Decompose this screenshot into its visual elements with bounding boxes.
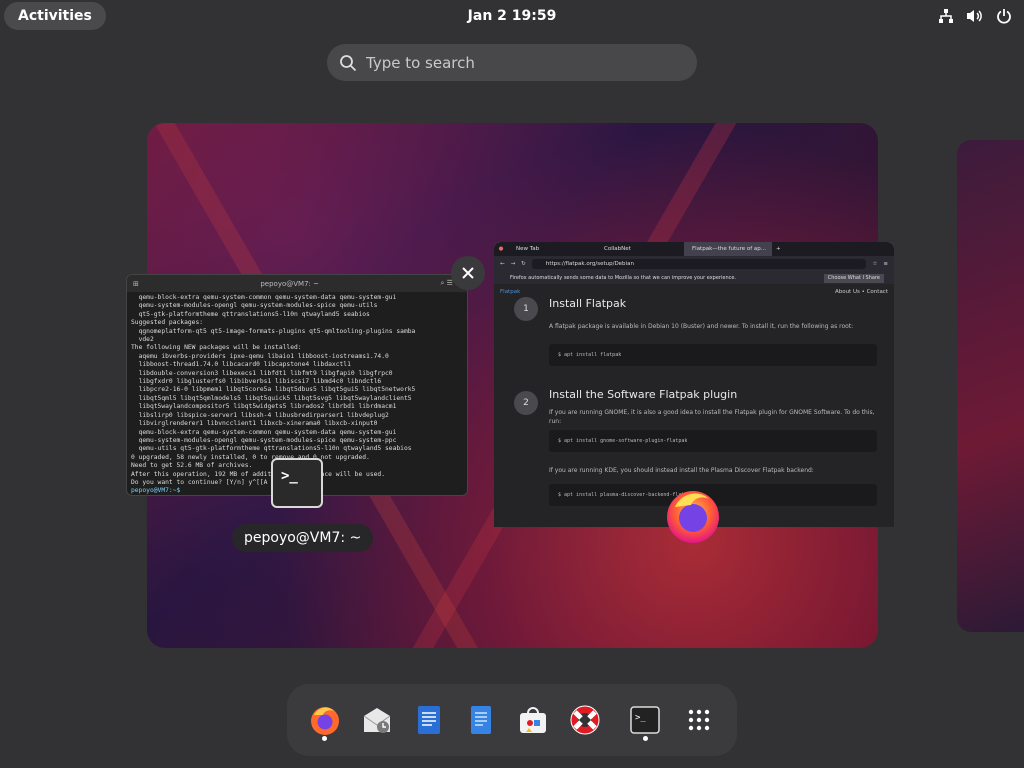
firefox-app-icon (667, 491, 719, 543)
terminal-line: qt5-gtk-platformtheme qttranslations5-l1… (131, 310, 370, 318)
back-icon[interactable]: ← (500, 261, 505, 267)
dash: >_ (287, 684, 737, 756)
evolution-icon[interactable] (359, 702, 395, 738)
choose-what-i-share-button[interactable]: Choose What I Share (823, 273, 884, 283)
terminal-line: libboost-thread1.74.0 libcacard0 libcaps… (131, 361, 351, 369)
app-grid-icon[interactable] (681, 702, 717, 738)
step-1-heading: Install Flatpak (549, 297, 627, 310)
tab-new-tab[interactable]: New Tab (508, 242, 596, 256)
terminal-line: Suggested packages: (131, 319, 204, 327)
step-2-heading: Install the Software Flatpak plugin (549, 388, 738, 401)
terminal-line: libgfxdr0 libglusterfs0 libibverbs1 libi… (131, 378, 382, 386)
svg-text:>_: >_ (635, 713, 646, 723)
forward-icon[interactable]: → (511, 261, 516, 267)
power-icon[interactable] (996, 8, 1012, 24)
bookmark-star-icon[interactable]: ☆ (872, 261, 877, 267)
window-close-button[interactable] (451, 256, 485, 290)
top-bar: Activities Jan 2 19:59 (0, 0, 1024, 32)
terminal-line: libdouble-conversion3 libexecs1 libfdt1 … (131, 369, 393, 377)
terminal-line: qemu-system-modules-opengl qemu-system-m… (131, 302, 378, 310)
next-workspace-thumbnail[interactable] (957, 140, 1024, 632)
terminal-line: qemu-block-extra qemu-system-common qemu… (131, 428, 397, 436)
step-2-text: If you are running GNOME, it is also a g… (549, 409, 875, 425)
step-1-text: A flatpak package is available in Debian… (549, 323, 854, 330)
terminal-running-indicator (643, 736, 648, 741)
menu-icon[interactable]: ≡ (883, 261, 888, 267)
tab-collabnet[interactable]: CollabNet (596, 242, 684, 256)
search-icon (340, 54, 357, 71)
terminal-titlebar[interactable]: ⊞ pepoyo@VM7: ~ ⌕ ☰ ✕ (127, 275, 467, 292)
firefox-tab-bar: ● New Tab CollabNet Flatpak—the future o… (494, 242, 894, 256)
new-tab-icon[interactable]: + (776, 246, 781, 252)
tab-flatpak[interactable]: Flatpak—the future of ap... (684, 242, 772, 256)
reload-icon[interactable]: ↻ (521, 261, 526, 267)
text-editor-icon[interactable] (463, 702, 499, 738)
terminal-line: libqt5waylandcompositor5 libqt5widgets5 … (131, 403, 397, 411)
terminal-line: libqt5qml5 libqt5qmlmodels5 libqt5quick5… (131, 394, 412, 402)
terminal-icon[interactable]: >_ (627, 702, 663, 738)
activities-button[interactable]: Activities (4, 2, 106, 30)
network-icon[interactable] (938, 8, 954, 24)
step-number-1: 1 (514, 297, 538, 321)
terminal-window-label: pepoyo@VM7: ~ (232, 524, 374, 552)
step-2-code[interactable]: $ apt install gnome-software-plugin-flat… (549, 430, 877, 452)
firefox-running-indicator (322, 736, 327, 741)
data-notice-bar: Firefox automatically sends some data to… (494, 272, 894, 284)
clock: Jan 2 19:59 (0, 0, 1024, 32)
terminal-app-icon: >_ (271, 458, 323, 508)
volume-icon[interactable] (966, 8, 984, 24)
step-1-code[interactable]: $ apt install flatpak (549, 344, 877, 366)
terminal-line: qemu-block-extra qemu-system-common qemu… (131, 294, 397, 301)
site-nav-links[interactable]: About Us • Contact (835, 284, 888, 300)
terminal-line: libpcre2-16-0 libpmem1 libqt5core5a libq… (131, 386, 416, 394)
step-2-kde-text: If you are running KDE, you should inste… (549, 467, 814, 474)
writer-icon[interactable] (411, 702, 447, 738)
help-icon[interactable] (567, 702, 603, 738)
terminal-line: libvirglrenderer1 libvncclient1 libxcb-x… (131, 420, 378, 428)
firefox-icon[interactable] (307, 702, 343, 738)
terminal-line: qgnomeplatform-qt5 qt5-image-formats-plu… (131, 327, 416, 335)
data-notice-text: Firefox automatically sends some data to… (510, 275, 737, 281)
terminal-line: vde2 (131, 336, 154, 344)
firefox-view-icon[interactable]: ● (494, 246, 508, 252)
terminal-line: The following NEW packages will be insta… (131, 344, 302, 352)
terminal-line: libslirp0 libspice-server1 libssh-4 libu… (131, 411, 389, 419)
terminal-line: qemu-utils qt5-gtk-platformtheme qttrans… (131, 445, 412, 453)
flatpak-logo-link[interactable]: Flatpak (500, 284, 520, 300)
url-bar[interactable]: https://flatpak.org/setup/Debian (531, 259, 867, 269)
search-bar[interactable] (327, 44, 697, 81)
software-icon[interactable] (515, 702, 551, 738)
search-input[interactable] (366, 53, 666, 72)
new-tab-icon[interactable]: ⊞ (133, 280, 139, 288)
clock-button[interactable]: Jan 2 19:59 (468, 8, 557, 24)
terminal-line: aqemu ibverbs-providers ipxe-qemu libaio… (131, 352, 389, 360)
close-icon (462, 267, 474, 279)
system-tray[interactable] (938, 0, 1012, 32)
firefox-nav-bar: ← → ↻ https://flatpak.org/setup/Debian ☆… (494, 256, 894, 272)
terminal-line: qemu-system-modules-opengl qemu-system-m… (131, 436, 397, 444)
terminal-title: pepoyo@VM7: ~ (260, 279, 319, 288)
step-number-2: 2 (514, 391, 538, 415)
